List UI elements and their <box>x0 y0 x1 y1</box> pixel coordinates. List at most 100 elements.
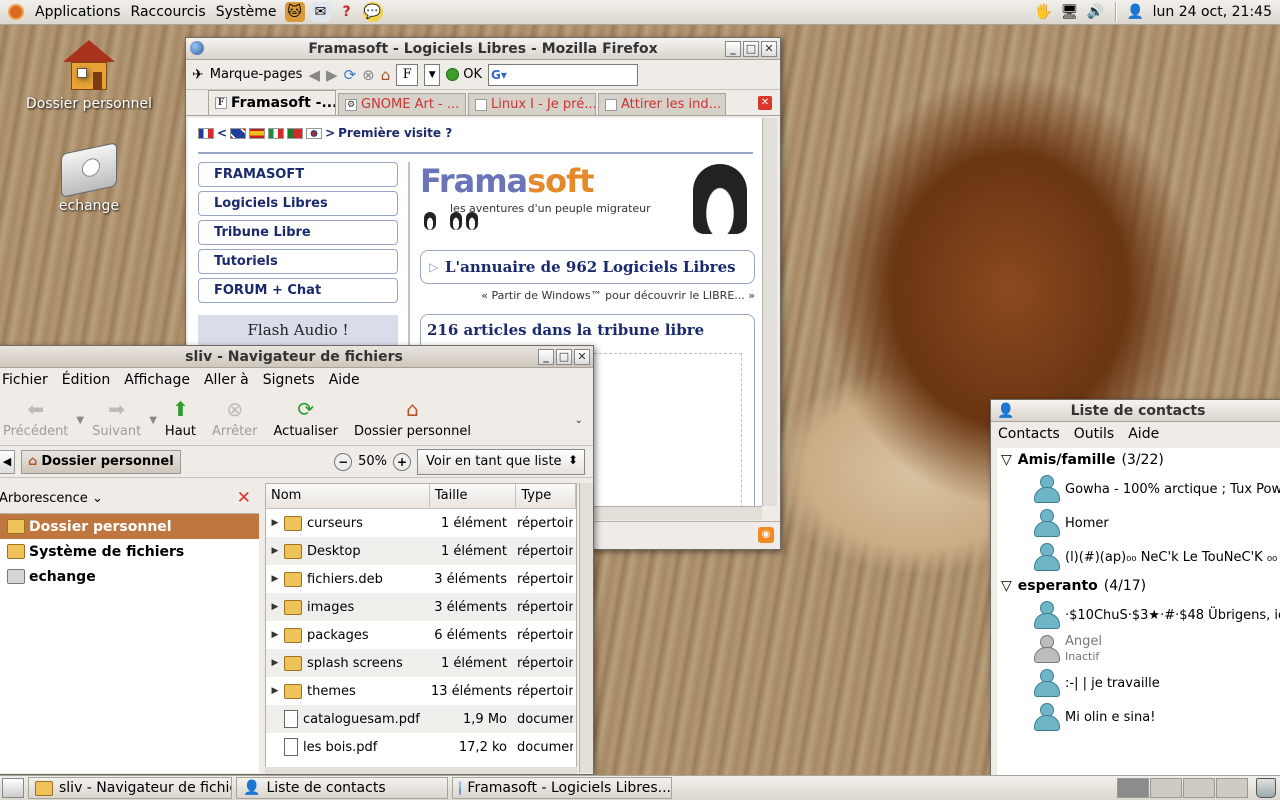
collapse-icon[interactable]: ▽ <box>1001 452 1012 468</box>
stop-icon[interactable]: ⊗ <box>362 66 375 84</box>
menu-edition[interactable]: Édition <box>55 372 117 388</box>
help-launcher-icon[interactable]: ? <box>337 2 357 22</box>
expander-icon[interactable]: ▶ <box>266 630 284 640</box>
minimize-button[interactable]: _ <box>725 41 741 57</box>
stop-button[interactable]: ⊗ Arrêter <box>204 391 266 439</box>
workspace-3[interactable] <box>1183 778 1215 798</box>
tab-linux[interactable]: Linux I - Je pré... <box>468 93 596 115</box>
zoom-level[interactable]: 50% <box>358 454 387 469</box>
file-row[interactable]: les bois.pdf 17,2 ko documer <box>266 733 576 761</box>
home-button[interactable]: ⌂ Dossier personnel <box>346 391 479 439</box>
titlebar[interactable]: 👤 Liste de contacts <box>991 400 1280 422</box>
flag-uk-icon[interactable] <box>230 127 247 139</box>
annuaire-link[interactable]: L'annuaire de 962 Logiciels Libres <box>420 250 755 284</box>
file-row[interactable]: cataloguesam.pdf 1,9 Mo documer <box>266 705 576 733</box>
minimize-button[interactable]: _ <box>538 349 554 365</box>
tab-framasoft[interactable]: F Framasoft -... <box>208 90 336 115</box>
menu-fichier[interactable]: Fichier <box>0 372 55 388</box>
tree-item-echange[interactable]: echange <box>0 564 259 589</box>
contact-item[interactable]: Mi olin e sina! <box>997 700 1280 734</box>
titlebar[interactable]: sliv - Navigateur de fichiers _ □ ✕ <box>0 346 593 368</box>
vertical-scrollbar[interactable] <box>579 483 593 773</box>
flash-audio-link[interactable]: Flash Audio ! <box>198 315 398 345</box>
menu-raccourcis[interactable]: Raccourcis <box>126 4 211 20</box>
menu-aide[interactable]: Aide <box>1121 426 1166 442</box>
framasoft-logo[interactable]: Framasoft les aventures d'un peuple migr… <box>420 162 755 240</box>
menu-tutoriels[interactable]: Tutoriels <box>198 249 398 274</box>
gaim-launcher-icon[interactable]: 🐱 <box>284 2 305 22</box>
zoom-in-icon[interactable]: + <box>393 452 411 471</box>
file-row[interactable]: ▶ curseurs 1 élément répertoir <box>266 509 576 537</box>
workspace-1[interactable] <box>1117 778 1149 798</box>
desktop-icon-home[interactable]: Dossier personnel <box>14 40 164 112</box>
zoom-out-icon[interactable]: − <box>334 452 353 471</box>
horizontal-scrollbar[interactable] <box>265 767 577 774</box>
first-visit-link[interactable]: Première visite ? <box>338 126 452 140</box>
file-row[interactable]: ▶ images 3 éléments répertoir <box>266 593 576 621</box>
chat-launcher-icon[interactable]: 💬 <box>362 2 383 22</box>
menu-tribune-libre[interactable]: Tribune Libre <box>198 220 398 245</box>
menu-systeme[interactable]: Système <box>211 4 282 20</box>
back-button[interactable]: ⬅ Précédent <box>0 391 76 439</box>
contact-item[interactable]: ·$10ChuS·$3★·#·$48 Übrigens, ic <box>997 598 1280 632</box>
forward-history-dropdown[interactable]: ▼ <box>149 415 157 426</box>
column-name[interactable]: Nom <box>266 484 430 508</box>
articles-heading[interactable]: 216 articles dans la tribune libre <box>421 315 754 345</box>
trash-icon[interactable] <box>1256 778 1276 798</box>
menu-affichage[interactable]: Affichage <box>117 372 197 388</box>
flag-kr-icon[interactable] <box>306 127 323 139</box>
contact-item[interactable]: :-| | je travaille <box>997 666 1280 700</box>
expander-icon[interactable]: ▶ <box>266 602 284 612</box>
location-left-arrow-icon[interactable]: ◀ <box>0 449 15 474</box>
file-row[interactable]: ▶ fichiers.deb 3 éléments répertoir <box>266 565 576 593</box>
bookmarks-menu[interactable]: Marque-pages <box>210 67 303 82</box>
expander-icon[interactable]: ▶ <box>266 658 284 668</box>
contact-item[interactable]: (l)(#)(ap)₀₀ NeC'k Le TouNeC'K ₀₀ <box>997 540 1280 574</box>
expander-icon[interactable]: ▶ <box>266 686 284 696</box>
menu-logiciels-libres[interactable]: Logiciels Libres <box>198 191 398 216</box>
flag-it-icon[interactable] <box>268 127 285 139</box>
contact-item-idle[interactable]: Angel Inactif <box>997 632 1280 666</box>
toolbar-overflow-icon[interactable]: ⌄ <box>575 415 583 426</box>
search-input[interactable]: G▾ <box>488 63 639 86</box>
view-mode-select[interactable]: Voir en tant que liste <box>417 448 585 475</box>
forward-icon[interactable]: ▶ <box>326 66 338 84</box>
user-icon[interactable]: 👤 <box>1126 2 1146 22</box>
forward-button[interactable]: ➡ Suivant <box>84 391 149 439</box>
menu-contacts[interactable]: Contacts <box>991 426 1067 442</box>
back-icon[interactable]: ◀ <box>308 66 320 84</box>
expander-icon[interactable]: ▶ <box>266 574 284 584</box>
go-button[interactable]: OK <box>446 67 482 82</box>
titlebar[interactable]: Framasoft - Logiciels Libres - Mozilla F… <box>186 38 780 60</box>
up-button[interactable]: ⬆ Haut <box>157 391 204 439</box>
volume-icon[interactable]: 🔊 <box>1086 2 1106 22</box>
menu-framasoft[interactable]: FRAMASOFT <box>198 162 398 187</box>
rss-icon[interactable]: ◉ <box>758 527 774 543</box>
sidebar-mode-select[interactable]: Arborescence ⌄ <box>0 491 103 506</box>
show-desktop-button[interactable] <box>2 778 24 798</box>
mail-launcher-icon[interactable]: ✉ <box>310 2 331 22</box>
file-row[interactable]: ▶ splash screens 1 élément répertoir <box>266 649 576 677</box>
workspace-4[interactable] <box>1216 778 1248 798</box>
close-tab-icon[interactable]: ✕ <box>758 96 772 110</box>
column-size[interactable]: Taille <box>430 484 517 508</box>
file-row[interactable]: ▶ Desktop 1 élément répertoir <box>266 537 576 565</box>
clock[interactable]: lun 24 oct, 21:45 <box>1149 4 1280 20</box>
reload-icon[interactable]: ⟳ <box>344 66 357 84</box>
location-button-home[interactable]: ⌂ Dossier personnel <box>21 449 181 474</box>
home-icon[interactable]: ⌂ <box>381 66 391 84</box>
vertical-scrollbar[interactable] <box>762 118 777 506</box>
tab-attirer[interactable]: Attirer les ind... <box>598 93 726 115</box>
maximize-button[interactable]: □ <box>743 41 759 57</box>
applet-icon[interactable]: 🖐 <box>1034 2 1054 22</box>
firefox-icon[interactable] <box>190 41 204 55</box>
url-dropdown-icon[interactable]: ▼ <box>424 63 441 86</box>
menu-signets[interactable]: Signets <box>256 372 322 388</box>
menu-forum-chat[interactable]: FORUM + Chat <box>198 278 398 303</box>
group-esperanto[interactable]: ▽ esperanto (4/17) <box>997 574 1280 598</box>
menu-aide[interactable]: Aide <box>322 372 367 388</box>
task-contacts[interactable]: 👤 Liste de contacts <box>236 777 448 799</box>
flag-es-icon[interactable] <box>249 127 266 139</box>
tab-gnome-art[interactable]: ⚙ GNOME Art - ... <box>338 93 466 115</box>
expander-icon[interactable]: ▶ <box>266 518 284 528</box>
